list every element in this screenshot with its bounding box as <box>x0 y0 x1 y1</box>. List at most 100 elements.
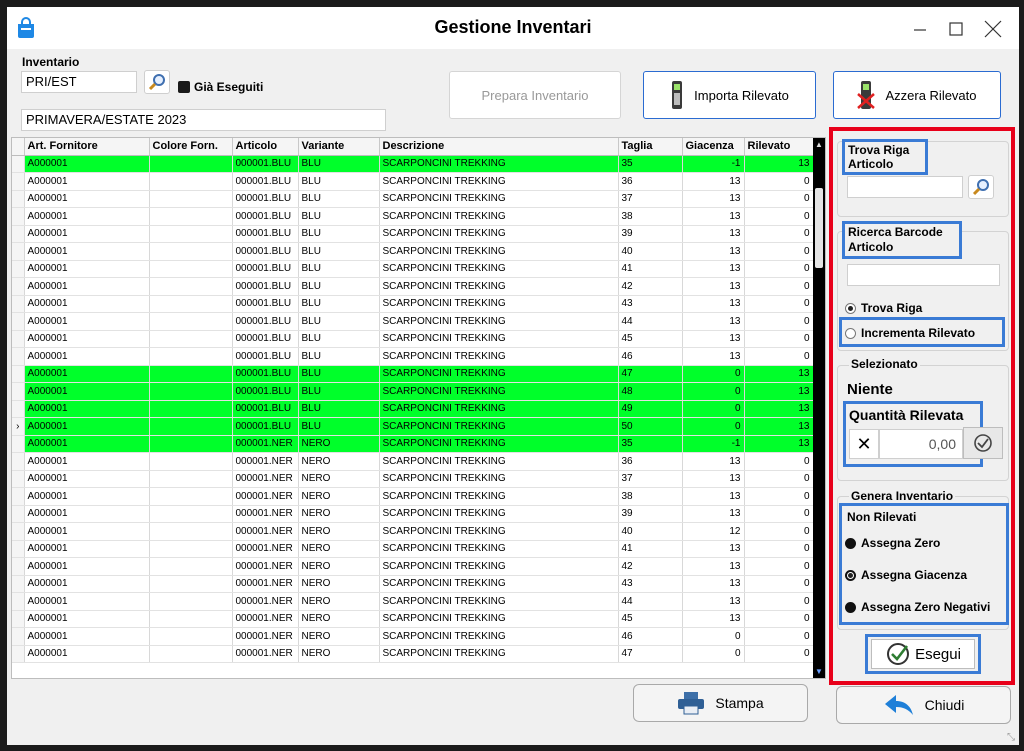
inventario-code-field[interactable]: PRI/EST <box>21 71 137 93</box>
table-cell[interactable]: SCARPONCINI TREKKING <box>379 435 619 453</box>
table-row[interactable]: A000001 000001.NER NERO SCARPONCINI TREKKIN… <box>12 575 814 593</box>
row-indicator[interactable] <box>12 452 25 471</box>
table-cell[interactable]: SCARPONCINI TREKKING <box>379 610 619 628</box>
table-cell[interactable]: 0 <box>744 610 814 628</box>
table-row[interactable]: A000001 000001.NER NERO SCARPONCINI TREKKIN… <box>12 557 814 576</box>
table-cell[interactable] <box>149 470 233 488</box>
table-cell[interactable]: SCARPONCINI TREKKING <box>379 575 619 593</box>
search-inventario-button[interactable] <box>144 70 170 94</box>
table-row[interactable]: A000001 000001.BLU BLU SCARPONCINI TREKKING… <box>12 295 814 313</box>
table-cell[interactable]: 13 <box>682 540 745 558</box>
table-cell[interactable]: 0 <box>744 225 814 243</box>
table-cell[interactable]: 0 <box>682 382 745 401</box>
table-row[interactable]: A000001 000001.NER NERO SCARPONCINI TREKKIN… <box>12 487 814 506</box>
table-cell[interactable]: A000001 <box>24 645 150 663</box>
table-cell[interactable]: NERO <box>298 592 380 611</box>
table-cell[interactable]: 49 <box>618 400 683 418</box>
table-cell[interactable]: 0 <box>744 312 814 331</box>
row-indicator[interactable] <box>12 242 25 261</box>
row-indicator[interactable] <box>12 610 25 628</box>
table-cell[interactable]: 37 <box>618 190 683 208</box>
table-cell[interactable]: 0 <box>682 400 745 418</box>
table-cell[interactable]: SCARPONCINI TREKKING <box>379 522 619 541</box>
row-indicator[interactable] <box>12 435 25 453</box>
table-cell[interactable]: NERO <box>298 575 380 593</box>
row-indicator[interactable]: › <box>12 417 25 436</box>
table-cell[interactable]: A000001 <box>24 312 150 331</box>
table-cell[interactable]: 50 <box>618 417 683 436</box>
table-cell[interactable]: SCARPONCINI TREKKING <box>379 312 619 331</box>
table-cell[interactable]: 000001.NER <box>232 540 299 558</box>
column-header[interactable]: Taglia <box>618 138 683 156</box>
table-cell[interactable]: 40 <box>618 522 683 541</box>
table-cell[interactable]: A000001 <box>24 347 150 366</box>
row-indicator[interactable] <box>12 155 25 173</box>
table-cell[interactable]: 13 <box>682 295 745 313</box>
table-cell[interactable]: 13 <box>682 172 745 191</box>
row-indicator[interactable] <box>12 347 25 366</box>
table-cell[interactable]: NERO <box>298 540 380 558</box>
table-cell[interactable]: 12 <box>682 522 745 541</box>
row-indicator[interactable] <box>12 277 25 296</box>
table-cell[interactable]: BLU <box>298 382 380 401</box>
table-cell[interactable]: A000001 <box>24 190 150 208</box>
table-cell[interactable] <box>149 260 233 278</box>
table-cell[interactable]: 13 <box>744 417 814 436</box>
row-indicator[interactable] <box>12 207 25 226</box>
table-cell[interactable]: 000001.NER <box>232 487 299 506</box>
table-cell[interactable]: A000001 <box>24 172 150 191</box>
row-indicator[interactable] <box>12 295 25 313</box>
table-row[interactable]: A000001 000001.NER NERO SCARPONCINI TREKKIN… <box>12 470 814 488</box>
table-cell[interactable]: 0 <box>744 505 814 523</box>
table-cell[interactable]: SCARPONCINI TREKKING <box>379 452 619 471</box>
row-indicator[interactable] <box>12 645 25 663</box>
row-indicator[interactable] <box>12 330 25 348</box>
table-cell[interactable]: -1 <box>682 435 745 453</box>
table-cell[interactable]: 000001.BLU <box>232 347 299 366</box>
table-cell[interactable]: 000001.BLU <box>232 225 299 243</box>
table-row[interactable]: A000001 000001.BLU BLU SCARPONCINI TREKKING… <box>12 330 814 348</box>
table-cell[interactable]: 0 <box>744 452 814 471</box>
table-row[interactable]: A000001 000001.BLU BLU SCARPONCINI TREKKING… <box>12 207 814 226</box>
table-cell[interactable]: NERO <box>298 487 380 506</box>
table-cell[interactable]: BLU <box>298 330 380 348</box>
table-cell[interactable]: SCARPONCINI TREKKING <box>379 207 619 226</box>
scroll-up-icon[interactable]: ▲ <box>815 140 823 149</box>
table-cell[interactable]: SCARPONCINI TREKKING <box>379 277 619 296</box>
table-row[interactable]: A000001 000001.BLU BLU SCARPONCINI TREKKING… <box>12 277 814 296</box>
table-cell[interactable]: 36 <box>618 172 683 191</box>
table-cell[interactable] <box>149 505 233 523</box>
radio-dot[interactable] <box>845 601 856 613</box>
table-cell[interactable]: 13 <box>744 155 814 173</box>
table-cell[interactable]: 0 <box>744 242 814 261</box>
table-cell[interactable]: SCARPONCINI TREKKING <box>379 172 619 191</box>
table-cell[interactable] <box>149 435 233 453</box>
table-row[interactable]: A000001 000001.BLU BLU SCARPONCINI TREKKING… <box>12 400 814 418</box>
table-cell[interactable]: 000001.NER <box>232 557 299 576</box>
table-cell[interactable]: 13 <box>682 207 745 226</box>
table-cell[interactable]: BLU <box>298 225 380 243</box>
inventory-grid[interactable]: Art. Fornitore Colore Forn. Articolo Varian… <box>11 137 826 679</box>
table-cell[interactable]: 000001.NER <box>232 592 299 611</box>
table-cell[interactable]: SCARPONCINI TREKKING <box>379 155 619 173</box>
table-cell[interactable]: 37 <box>618 470 683 488</box>
table-cell[interactable]: SCARPONCINI TREKKING <box>379 330 619 348</box>
table-cell[interactable]: A000001 <box>24 610 150 628</box>
table-cell[interactable] <box>149 190 233 208</box>
table-cell[interactable]: 000001.NER <box>232 435 299 453</box>
table-cell[interactable]: SCARPONCINI TREKKING <box>379 557 619 576</box>
table-cell[interactable]: 0 <box>682 417 745 436</box>
table-cell[interactable]: SCARPONCINI TREKKING <box>379 382 619 401</box>
maximize-button[interactable] <box>938 15 974 43</box>
table-cell[interactable]: 0 <box>744 207 814 226</box>
table-cell[interactable]: 13 <box>744 400 814 418</box>
table-cell[interactable]: A000001 <box>24 417 150 436</box>
importa-rilevato-button[interactable]: Importa Rilevato <box>643 71 816 119</box>
grid-vertical-scrollbar[interactable]: ▲ ▼ <box>813 138 825 678</box>
table-row[interactable]: A000001 000001.NER NERO SCARPONCINI TREKKIN… <box>12 505 814 523</box>
minimize-button[interactable] <box>902 15 938 43</box>
column-header[interactable]: Art. Fornitore <box>24 138 150 156</box>
table-cell[interactable]: 46 <box>618 347 683 366</box>
clear-quantity-button[interactable]: ✕ <box>849 429 879 459</box>
table-cell[interactable]: 13 <box>744 435 814 453</box>
